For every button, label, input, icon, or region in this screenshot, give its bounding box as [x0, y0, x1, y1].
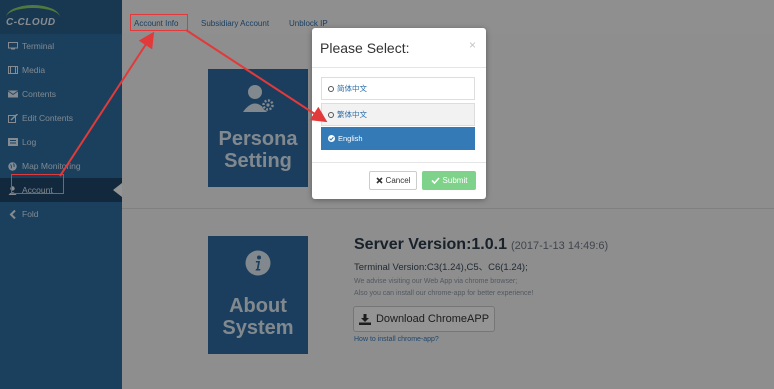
radio-unchecked-icon	[328, 111, 334, 118]
check-icon	[430, 177, 440, 184]
dialog-title: Please Select:	[320, 40, 410, 56]
option-label: 繁体中文	[337, 110, 367, 119]
language-option-english[interactable]: English	[321, 127, 475, 150]
cancel-label: Cancel	[385, 176, 411, 185]
dialog-divider	[312, 67, 486, 68]
language-option-traditional-chinese[interactable]: 繁体中文	[321, 103, 475, 126]
option-label: 简体中文	[337, 84, 367, 93]
check-circle-icon	[328, 135, 335, 142]
language-select-dialog: Please Select: × 简体中文 繁体中文 English Cance…	[312, 28, 486, 199]
radio-unchecked-icon	[328, 85, 334, 92]
language-option-simplified-chinese[interactable]: 简体中文	[321, 77, 475, 100]
close-icon[interactable]: ×	[469, 38, 476, 52]
close-x-icon	[375, 177, 383, 184]
cancel-button[interactable]: Cancel	[369, 171, 417, 190]
dialog-divider	[312, 162, 486, 163]
annotation-box-account-info	[130, 14, 188, 31]
annotation-box-account	[11, 174, 64, 194]
submit-button[interactable]: Submit	[422, 171, 476, 190]
option-label: English	[338, 134, 363, 143]
submit-label: Submit	[442, 176, 468, 185]
